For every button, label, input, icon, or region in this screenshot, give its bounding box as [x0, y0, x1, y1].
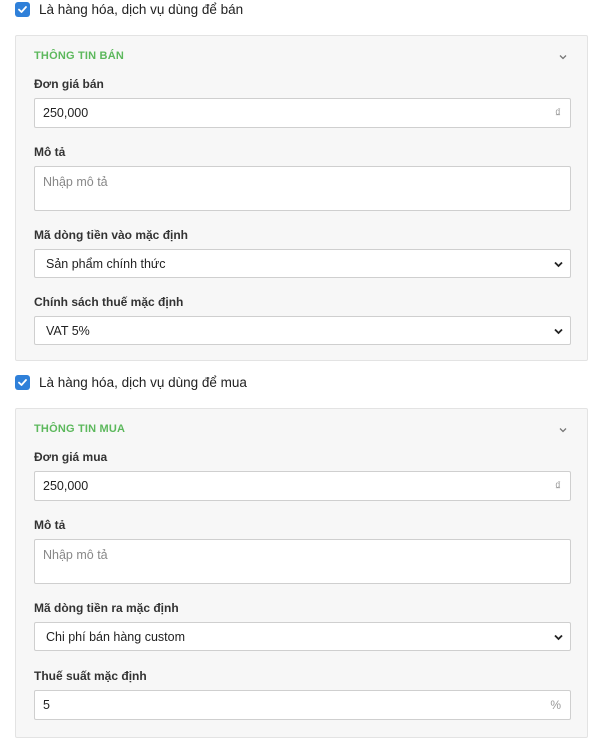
buy-info-panel: THÔNG TIN MUA Đơn giá mua 250,000 ₫ Mô t…	[15, 408, 588, 738]
buy-description-label: Mô tả	[34, 518, 66, 532]
chevron-down-icon[interactable]	[557, 51, 569, 63]
buy-cashflow-value: Chi phí bán hàng custom	[46, 630, 185, 644]
buy-tax-rate-input[interactable]: 5 %	[34, 690, 571, 720]
sell-cashflow-label: Mã dòng tiền vào mặc định	[34, 228, 189, 242]
chevron-down-icon	[554, 634, 563, 641]
sell-toggle-label: Là hàng hóa, dịch vụ dùng để bán	[39, 2, 244, 17]
buy-price-input[interactable]: 250,000 ₫	[34, 471, 571, 501]
sell-tax-policy-value: VAT 5%	[46, 324, 90, 338]
sell-toggle[interactable]: Là hàng hóa, dịch vụ dùng để bán	[15, 2, 243, 17]
sell-cashflow-select[interactable]: Sản phẩm chính thức	[34, 249, 571, 278]
sell-info-panel: THÔNG TIN BÁN Đơn giá bán 250,000 ₫ Mô t…	[15, 35, 588, 361]
chevron-down-icon	[554, 328, 563, 335]
buy-description-placeholder: Nhập mô tả	[43, 548, 108, 562]
buy-checkbox[interactable]	[15, 375, 30, 390]
currency-suffix: ₫	[554, 479, 561, 493]
buy-cashflow-label: Mã dòng tiền ra mặc định	[34, 601, 179, 615]
checkmark-icon	[18, 6, 27, 13]
checkmark-icon	[18, 379, 27, 386]
buy-cashflow-select[interactable]: Chi phí bán hàng custom	[34, 622, 571, 651]
buy-price-value: 250,000	[43, 479, 89, 493]
sell-cashflow-value: Sản phẩm chính thức	[46, 257, 166, 271]
sell-tax-policy-label: Chính sách thuế mặc định	[34, 295, 184, 309]
chevron-down-icon	[554, 261, 563, 268]
buy-description-field[interactable]: Nhập mô tả	[34, 539, 571, 584]
buy-toggle-label: Là hàng hóa, dịch vụ dùng để mua	[39, 375, 247, 390]
currency-suffix: ₫	[554, 106, 561, 120]
buy-panel-title: THÔNG TIN MUA	[34, 423, 126, 435]
sell-description-placeholder: Nhập mô tả	[43, 175, 108, 189]
sell-price-label: Đơn giá bán	[34, 77, 104, 91]
buy-toggle[interactable]: Là hàng hóa, dịch vụ dùng để mua	[15, 375, 247, 390]
sell-description-field[interactable]: Nhập mô tả	[34, 166, 571, 211]
sell-description-label: Mô tả	[34, 145, 66, 159]
sell-checkbox[interactable]	[15, 2, 30, 17]
sell-price-value: 250,000	[43, 106, 89, 120]
buy-tax-rate-value: 5	[43, 698, 50, 712]
buy-price-label: Đơn giá mua	[34, 450, 108, 464]
percent-suffix: %	[550, 698, 561, 712]
buy-tax-rate-label: Thuế suất mặc định	[34, 669, 147, 683]
chevron-down-icon[interactable]	[557, 424, 569, 436]
sell-tax-policy-select[interactable]: VAT 5%	[34, 316, 571, 345]
sell-price-input[interactable]: 250,000 ₫	[34, 98, 571, 128]
sell-panel-title: THÔNG TIN BÁN	[34, 50, 124, 62]
